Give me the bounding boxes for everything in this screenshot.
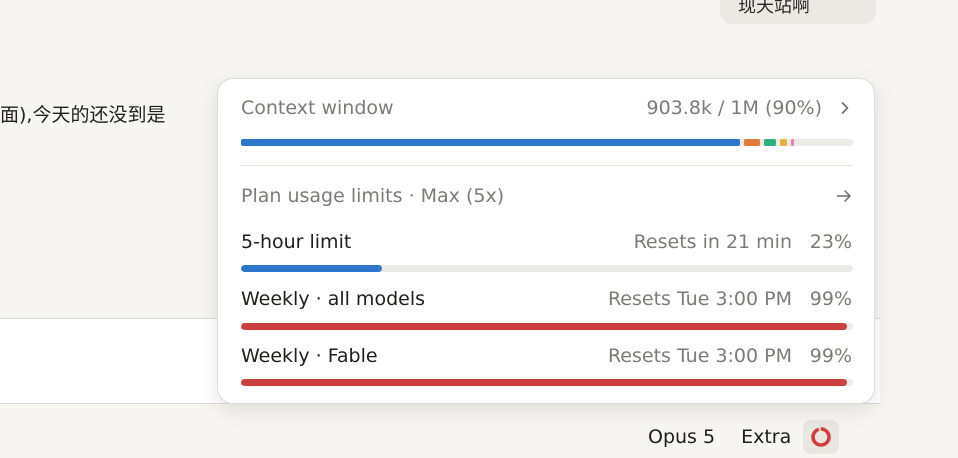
limit-percent: 99% — [809, 345, 852, 367]
usage-limit-row: Weekly · Fable Resets Tue 3:00 PM 99% — [241, 345, 852, 367]
limit-name: 5-hour limit — [241, 231, 352, 253]
plan-usage-row[interactable]: Plan usage limits · Max (5x) — [241, 185, 852, 207]
limit-progress-fill — [241, 323, 847, 330]
usage-limit-row: 5-hour limit Resets in 21 min 23% — [241, 231, 852, 253]
chat-message-text: 面),今天的还没到是 — [0, 104, 166, 126]
limit-reset-time: Resets Tue 3:00 PM — [607, 345, 792, 367]
context-window-value: 903.8k / 1M (90%) — [646, 97, 822, 119]
limit-percent: 23% — [809, 231, 852, 253]
model-selector-button[interactable]: Opus 5 — [648, 426, 715, 448]
context-segment-s3 — [763, 139, 776, 146]
divider — [241, 165, 853, 166]
message-text: 现天站啊 — [738, 0, 810, 17]
limit-progress-bar — [241, 379, 853, 386]
arrow-right-icon — [836, 190, 851, 202]
limit-progress-bar — [241, 265, 853, 272]
plan-usage-label: Plan usage limits · Max (5x) — [241, 185, 505, 207]
context-window-row[interactable]: Context window 903.8k / 1M (90%) — [241, 97, 852, 119]
limit-percent: 99% — [809, 288, 852, 310]
context-segment-main — [241, 139, 740, 146]
context-segment-s5 — [790, 139, 794, 146]
usage-button[interactable] — [803, 420, 840, 454]
context-window-label: Context window — [241, 97, 394, 119]
limit-name: Weekly · all models — [241, 288, 425, 310]
usage-popover: Context window 903.8k / 1M (90%) Plan us… — [217, 78, 875, 404]
limit-reset-time: Resets in 21 min — [633, 231, 792, 253]
limit-progress-fill — [241, 379, 847, 386]
usage-limit-row: Weekly · all models Resets Tue 3:00 PM 99% — [241, 288, 852, 310]
chevron-right-icon — [841, 102, 849, 114]
message-bubble: 现天站啊 — [720, 0, 876, 24]
composer-toolbar: Opus 5 Extra — [648, 420, 840, 454]
usage-ring-icon — [811, 427, 831, 447]
limit-progress-bar — [241, 323, 853, 330]
context-segment-s2 — [743, 139, 760, 146]
limit-reset-time: Resets Tue 3:00 PM — [607, 288, 792, 310]
limit-name: Weekly · Fable — [241, 345, 378, 367]
context-window-bar — [241, 139, 853, 146]
limit-progress-fill — [241, 265, 382, 272]
context-segment-s4 — [779, 139, 787, 146]
extra-button[interactable]: Extra — [741, 426, 791, 448]
